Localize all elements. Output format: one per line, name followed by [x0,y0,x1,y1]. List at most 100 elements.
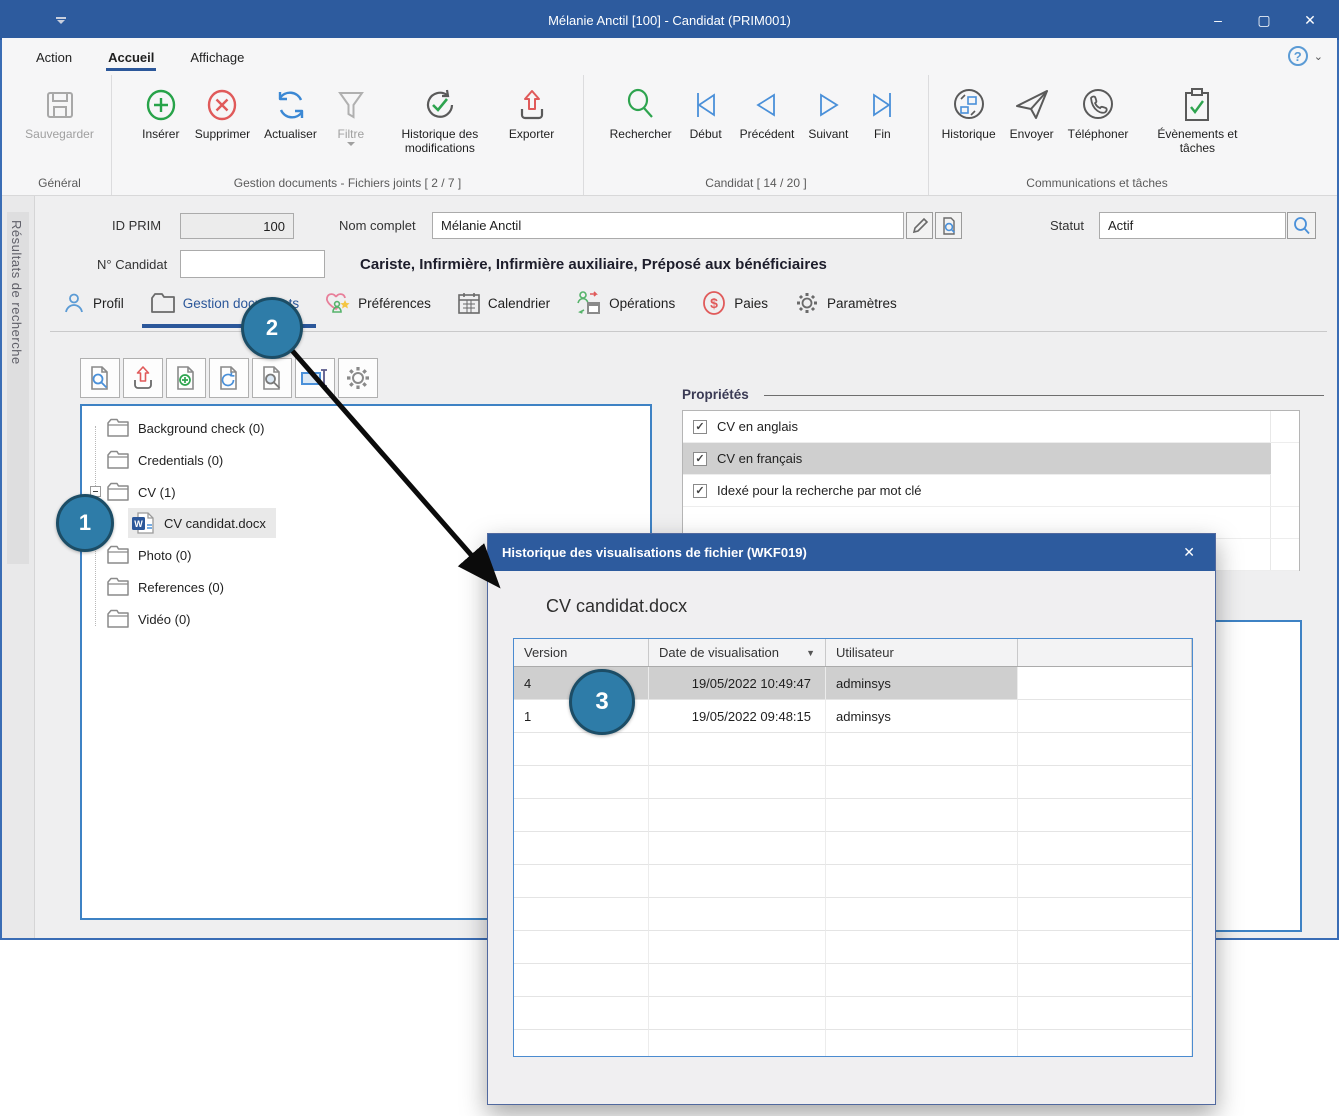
tab-calendrier[interactable]: Calendrier [457,291,550,315]
send-icon [1011,83,1053,127]
document-settings-button[interactable] [338,358,378,398]
last-record-button[interactable]: Fin [856,79,908,143]
tree-folder-photo[interactable]: Photo (0) [106,541,191,569]
minimize-button[interactable]: – [1195,0,1241,40]
ribbon-body: Sauvegarder Général [2,75,1337,195]
magnifier-icon [1292,216,1312,236]
table-row-empty [514,1030,1192,1057]
gear-icon [344,364,372,392]
property-row-cv-anglais[interactable]: ✓ CV en anglais [683,411,1299,443]
view-document-button[interactable] [80,358,120,398]
previous-record-button[interactable]: Précédent [734,79,801,143]
refresh-button[interactable]: Actualiser [258,79,323,143]
checkbox-checked-icon[interactable]: ✓ [693,452,707,466]
close-button[interactable]: ✕ [1287,0,1333,40]
tab-paies[interactable]: $ Paies [701,290,768,316]
ribbon-tab-action[interactable]: Action [22,42,86,71]
column-header-version[interactable]: Version [514,639,649,666]
next-record-button[interactable]: Suivant [802,79,854,143]
operations-icon [576,290,602,316]
ribbon-tab-affichage[interactable]: Affichage [176,42,258,71]
no-candidat-field[interactable] [180,250,325,278]
id-prim-field[interactable] [180,213,294,239]
modification-history-button[interactable]: Historique des modifications [379,79,501,157]
events-tasks-button[interactable]: Évènements et tâches [1136,79,1258,157]
table-row-empty [514,799,1192,832]
tab-parametres[interactable]: Paramètres [794,290,897,316]
property-row-cv-francais[interactable]: ✓ CV en français [683,443,1271,475]
insert-icon [141,83,181,127]
send-button[interactable]: Envoyer [1004,79,1060,143]
tree-file-cv-candidat[interactable]: W CV candidat.docx [128,509,276,537]
rename-icon [300,364,330,392]
first-record-button[interactable]: Début [680,79,732,143]
ribbon-tab-accueil[interactable]: Accueil [94,42,168,71]
document-history-button[interactable] [209,358,249,398]
dialog-file-title: CV candidat.docx [546,596,687,617]
tree-folder-video[interactable]: Vidéo (0) [106,605,191,633]
column-header-utilisateur[interactable]: Utilisateur [826,639,1018,666]
window-controls: – ▢ ✕ [1195,0,1333,40]
tab-preferences[interactable]: Préférences [325,291,431,315]
ribbon-group-general: Sauvegarder Général [8,75,112,195]
history-button[interactable]: Historique [936,79,1002,143]
filter-button[interactable]: Filtre [325,79,377,148]
tree-folder-background-check[interactable]: Background check (0) [106,414,264,442]
events-tasks-icon [1177,83,1217,127]
ribbon-tabs: Action Accueil Affichage ? ⌄ [2,38,1337,75]
property-row-indexe[interactable]: ✓ Idexé pour la recherche par mot clé [683,475,1299,507]
search-button[interactable]: Rechercher [604,79,678,143]
phone-button[interactable]: Téléphoner [1062,79,1135,143]
maximize-button[interactable]: ▢ [1241,0,1287,40]
help-icon[interactable]: ? [1288,46,1308,66]
view-name-details-button[interactable] [935,212,962,239]
preview-document-button[interactable] [252,358,292,398]
person-icon [62,291,86,315]
pencil-icon [911,217,929,235]
edit-name-button[interactable] [906,212,933,239]
tab-operations[interactable]: Opérations [576,290,675,316]
table-row-empty [514,931,1192,964]
export-button[interactable]: Exporter [503,79,560,143]
folder-icon [150,292,176,314]
nom-complet-field[interactable] [432,212,904,239]
dialog-close-button[interactable]: ✕ [1177,542,1201,563]
callout-3: 3 [569,669,635,735]
file-view-history-dialog: Historique des visualisations de fichier… [487,533,1216,1105]
document-history-icon [215,364,243,392]
statut-lookup-button[interactable] [1287,212,1316,239]
add-document-button[interactable] [166,358,206,398]
table-row-empty [514,898,1192,931]
folder-icon [106,577,130,597]
tree-folder-references[interactable]: References (0) [106,573,224,601]
rename-document-button[interactable] [295,358,335,398]
insert-button[interactable]: Insérer [135,79,187,143]
checkbox-checked-icon[interactable]: ✓ [693,420,707,434]
previous-record-icon [747,83,787,127]
titlebar: Mélanie Anctil [100] - Candidat (PRIM001… [0,0,1339,40]
ribbon-group-gestion-documents: Insérer Supprimer [112,75,584,195]
statut-field[interactable] [1099,212,1286,239]
save-button[interactable]: Sauvegarder [19,79,100,143]
history-icon [948,83,990,127]
selected-file-row: W CV candidat.docx [128,508,276,538]
upload-document-button[interactable] [123,358,163,398]
help-chevron-icon[interactable]: ⌄ [1314,50,1323,63]
delete-button[interactable]: Supprimer [189,79,256,143]
document-magnifier-blue-icon [86,364,114,392]
dialog-title: Historique des visualisations de fichier… [502,545,1177,560]
tree-folder-cv[interactable]: CV (1) [106,478,176,506]
search-results-tab-label[interactable]: Résultats de recherche [9,220,24,365]
tree-folder-credentials[interactable]: Credentials (0) [106,446,223,474]
search-results-sidebar: Résultats de recherche [2,196,35,938]
ribbon-group-label: Général [12,174,107,195]
checkbox-checked-icon[interactable]: ✓ [693,484,707,498]
ribbon: Action Accueil Affichage ? ⌄ [2,38,1337,196]
no-candidat-label: N° Candidat [97,257,167,272]
statut-label: Statut [1050,218,1084,233]
record-tabs: Profil Gestion documents [62,290,897,316]
tab-profil[interactable]: Profil [62,291,124,315]
column-header-date[interactable]: Date de visualisation ▼ [649,639,826,666]
phone-icon [1077,83,1119,127]
ribbon-group-candidat: Rechercher Début [584,75,929,195]
